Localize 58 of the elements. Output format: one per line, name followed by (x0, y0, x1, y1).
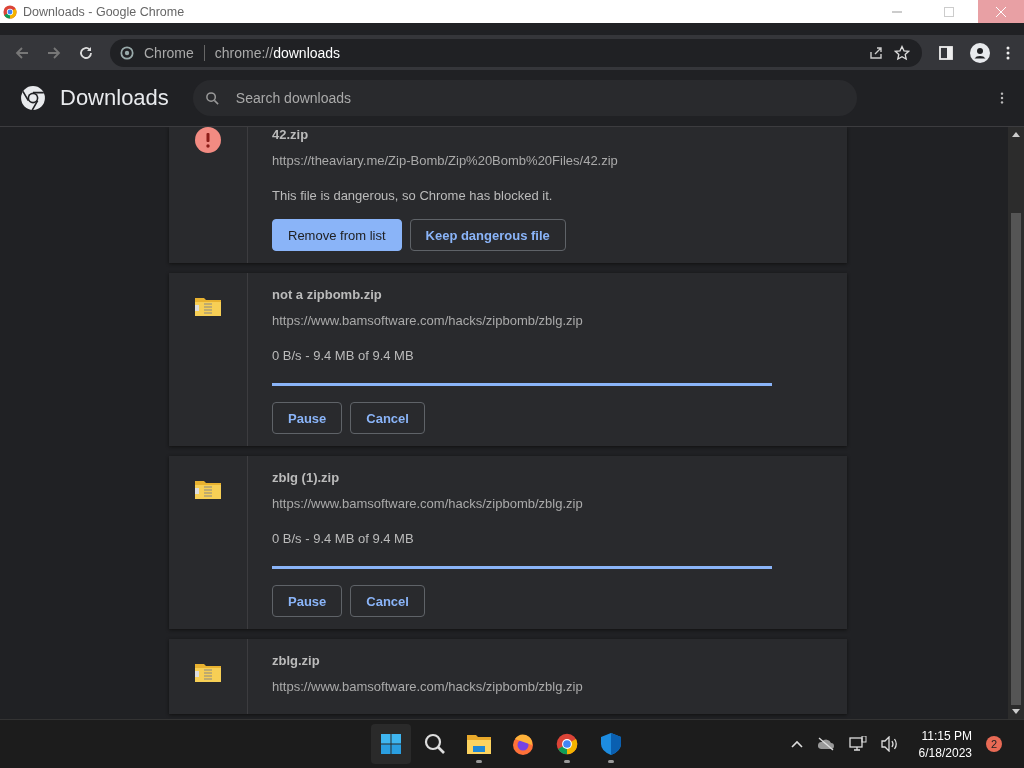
notification-badge[interactable]: 2 (986, 736, 1002, 752)
scroll-down-icon[interactable] (1012, 709, 1020, 715)
time-text: 11:15 PM (921, 728, 972, 743)
search-field[interactable]: Search downloads (192, 80, 857, 116)
speaker-icon[interactable] (880, 736, 899, 752)
address-bar[interactable]: Chrome chrome://downloads (110, 38, 922, 67)
forward-icon[interactable] (46, 44, 62, 61)
file-url[interactable]: https://www.bamsoftware.com/hacks/zipbomb/zblg.zip (272, 679, 583, 694)
zip-folder-icon (194, 295, 222, 317)
url-text: chrome://downloads (214, 44, 341, 61)
status-text: This file is dangerous, so Chrome has blocked it. (272, 188, 554, 203)
file-url[interactable]: https://www.bamsoftware.com/hacks/zipbomb/zblg.zip (272, 313, 772, 328)
action-button[interactable]: Keep dangerous file (409, 219, 566, 251)
star-icon[interactable] (894, 44, 910, 61)
file-name[interactable]: zblg (1).zip (272, 470, 772, 488)
warning-icon (195, 127, 221, 153)
back-icon[interactable] (14, 44, 30, 61)
zip-folder-icon (194, 661, 222, 683)
file-name[interactable]: 42.zip (272, 127, 618, 145)
clock[interactable]: 11:15 PM 6/18/2023 (918, 728, 972, 760)
site-label: Chrome (144, 44, 194, 61)
profile-icon[interactable] (970, 42, 990, 63)
share-icon[interactable] (868, 44, 884, 61)
taskbar-app[interactable] (371, 724, 411, 764)
zip-folder-icon (194, 478, 222, 500)
close-icon (996, 6, 1006, 17)
side-panel-icon[interactable] (938, 44, 954, 61)
action-button[interactable]: Pause (272, 402, 343, 434)
date-text: 6/18/2023 (918, 745, 972, 760)
search-icon (424, 733, 446, 755)
windows-logo-icon (381, 734, 401, 754)
file-name[interactable]: not a zipbomb.zip (272, 287, 772, 305)
chrome-logo-icon (20, 85, 46, 111)
network-icon[interactable] (848, 736, 867, 752)
window-title: Downloads - Google Chrome (23, 4, 185, 19)
action-button[interactable]: Pause (272, 585, 343, 617)
scroll-up-icon[interactable] (1012, 131, 1020, 137)
scrollbar[interactable] (1008, 127, 1024, 719)
more-options-icon[interactable] (1000, 91, 1004, 105)
action-button[interactable]: Remove from list (272, 219, 402, 251)
status-text: 0 B/s - 9.4 MB of 9.4 MB (272, 348, 415, 363)
file-url[interactable]: https://theaviary.me/Zip-Bomb/Zip%20Bomb%20Files/42.zip (272, 153, 618, 168)
maximize-icon (944, 6, 954, 17)
action-button[interactable]: Cancel (350, 402, 425, 434)
cloud-off-icon[interactable] (816, 737, 835, 751)
file-url[interactable]: https://www.bamsoftware.com/hacks/zipbomb/zblg.zip (272, 496, 772, 511)
status-text: 0 B/s - 9.4 MB of 9.4 MB (272, 531, 415, 546)
folder-icon (467, 733, 491, 755)
page-title: Downloads (60, 85, 169, 111)
action-button[interactable]: Cancel (350, 585, 425, 617)
menu-icon[interactable] (1006, 44, 1010, 61)
shield-icon (601, 733, 621, 755)
chrome-logo-icon (3, 4, 17, 19)
chrome-logo-icon (556, 733, 578, 755)
fox-globe-icon (512, 733, 534, 755)
reload-icon[interactable] (78, 44, 94, 61)
chevron-up-icon[interactable] (790, 740, 803, 748)
file-name[interactable]: zblg.zip (272, 653, 583, 671)
